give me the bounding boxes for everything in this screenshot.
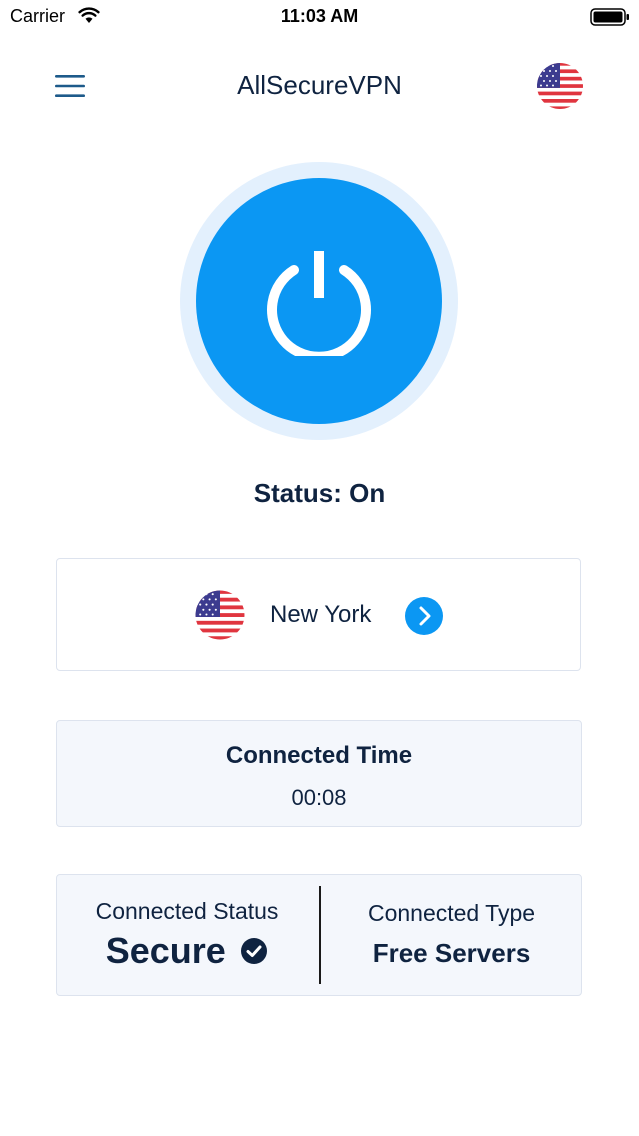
connected-status-label: Connected Status <box>95 898 279 924</box>
us-flag-icon <box>195 590 245 640</box>
check-circle-icon <box>241 938 268 964</box>
connected-status-value: Secure <box>105 930 226 971</box>
battery-icon <box>590 8 629 26</box>
connected-type-label: Connected Type <box>367 900 536 926</box>
connected-status-value-row: Secure <box>56 930 318 972</box>
us-flag-icon[interactable] <box>536 62 584 110</box>
location-name: New York <box>270 601 372 628</box>
chevron-right-icon[interactable] <box>404 596 444 636</box>
connected-type-value: Free Servers <box>372 938 531 968</box>
connected-time-label: Connected Time <box>225 742 413 769</box>
connected-time-value: 00:08 <box>291 785 347 810</box>
power-icon <box>267 251 371 356</box>
connection-status-text: Status: On <box>253 478 386 508</box>
status-bar: Carrier 11:03 AM <box>0 0 639 34</box>
status-time: 11:03 AM <box>280 6 359 26</box>
